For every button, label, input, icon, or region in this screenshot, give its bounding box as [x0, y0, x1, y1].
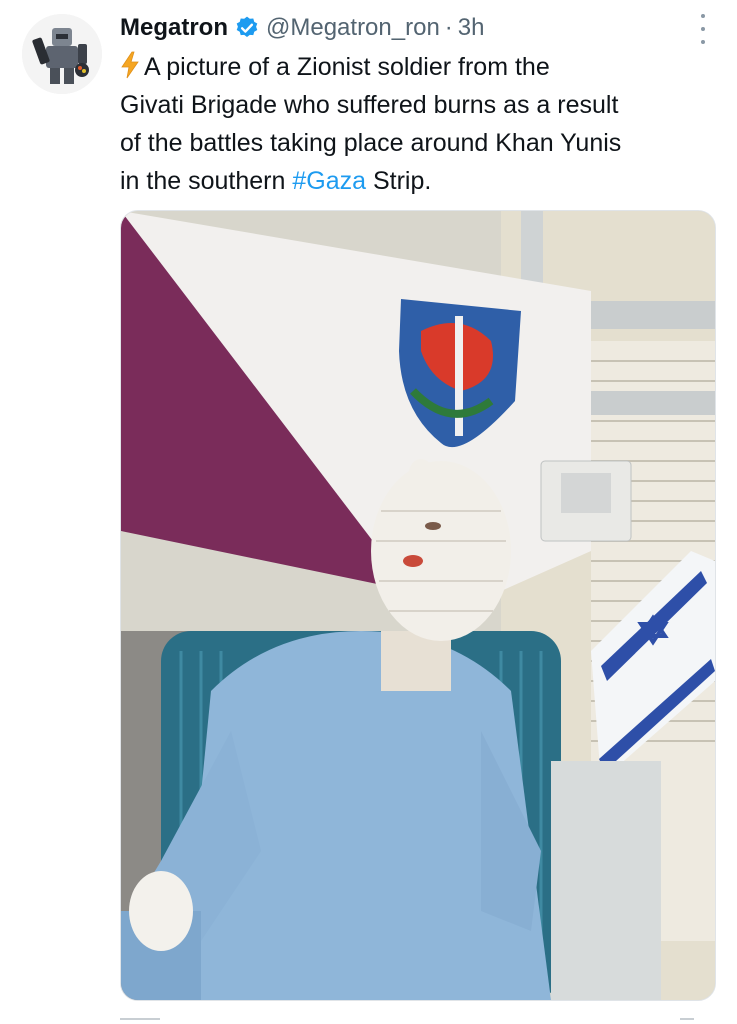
timestamp[interactable]: 3h [458, 14, 485, 42]
tweet-photo[interactable] [120, 210, 716, 1001]
author-name[interactable]: Megatron [120, 14, 228, 42]
more-options-icon[interactable] [697, 14, 709, 44]
avatar[interactable] [22, 14, 102, 94]
verified-badge-icon [234, 15, 260, 41]
tweet-text-line-1: A picture of a Zionist soldier from the [144, 53, 550, 81]
author-handle[interactable]: @Megatron_ron [266, 14, 440, 42]
separator-dot: · [444, 14, 453, 41]
action-bar-divider [120, 1018, 160, 1020]
action-bar-divider-right [680, 1018, 694, 1020]
tweet-text-line-3: of the battles taking place around Khan … [120, 129, 622, 157]
hashtag-link[interactable]: #Gaza [292, 167, 366, 195]
tweet-text-line-4: in the southern [120, 167, 293, 195]
tweet-header: Megatron @Megatron_ron · 3h [120, 8, 485, 48]
lightning-bolt-icon [120, 51, 140, 79]
tweet-text: A picture of a Zionist soldier from the … [120, 48, 720, 200]
tweet-text-line-4-end: Strip. [366, 167, 432, 195]
tweet-text-line-2: Givati Brigade who suffered burns as a r… [120, 91, 619, 119]
